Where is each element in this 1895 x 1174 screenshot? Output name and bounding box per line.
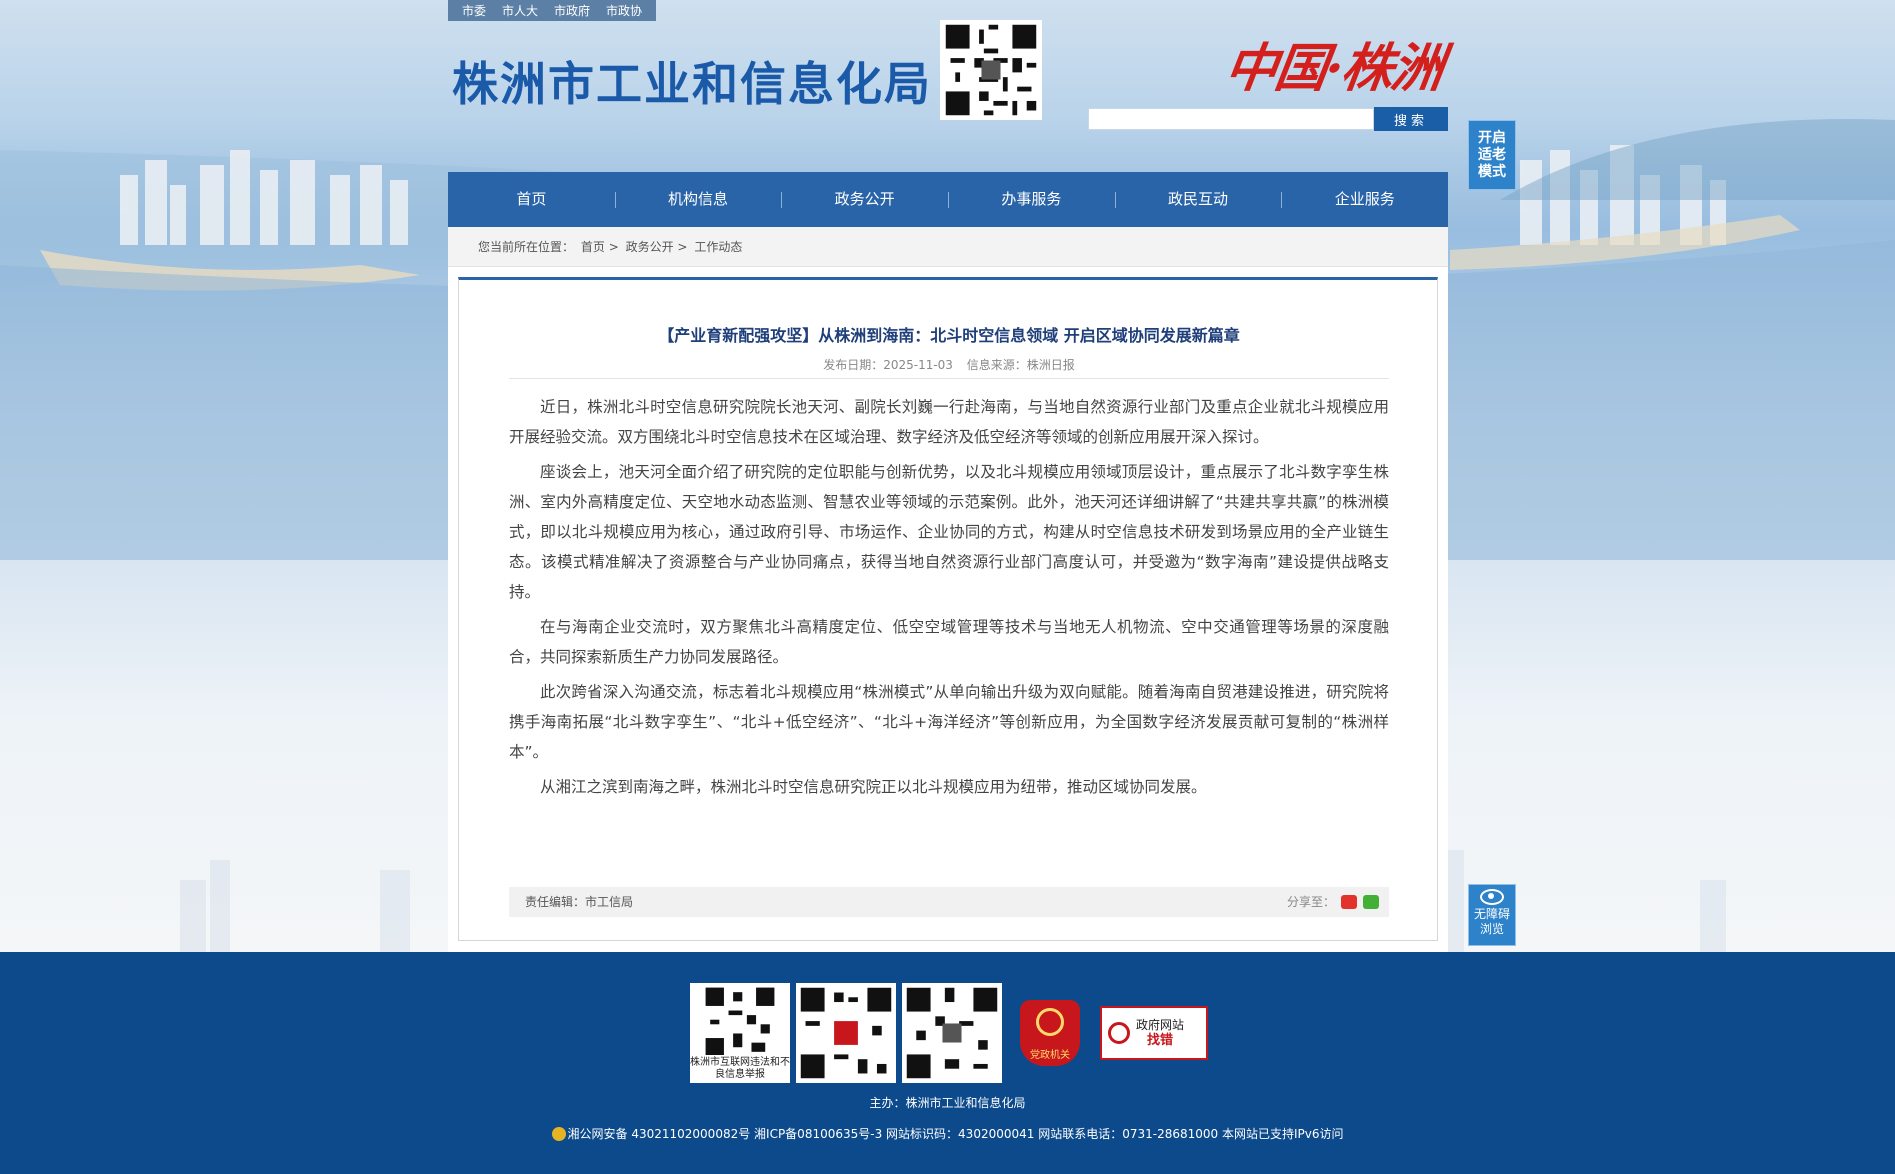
content-panel: 【产业育新配强攻坚】从株洲到海南：北斗时空信息领域 开启区域协同发展新篇章 发布… [448,267,1448,952]
breadcrumb-gov-affairs[interactable]: 政务公开 [626,240,674,254]
error-report-top: 政府网站 [1136,1018,1185,1032]
wechat-share-icon[interactable] [1363,895,1379,909]
breadcrumb-separator: > [608,240,619,254]
article-title: 【产业育新配强攻坚】从株洲到海南：北斗时空信息领域 开启区域协同发展新篇章 [658,326,1240,345]
search-button[interactable]: 搜索 [1374,107,1448,131]
footer: 株洲市互联网违法和不良信息举报 党政机关 政府网站 找错 主办：株洲市工业和信息… [0,952,1895,1174]
china-zhuzhou-calligraphy-logo: 中国·株洲 [1221,38,1446,99]
article-body: 近日，株洲北斗时空信息研究院院长池天河、副院长刘巍一行赴海南，与当地自然资源行业… [509,392,1389,807]
site-title: 株洲市工业和信息化局 [452,57,932,111]
article-meta: 发布日期：2025-11-03 信息来源：株洲日报 [459,356,1439,373]
article-paragraph: 从湘江之滨到南海之畔，株洲北斗时空信息研究院正以北斗规模应用为纽带，推动区域协同… [540,778,1207,796]
elder-mode-button[interactable]: 开启适老模式 [1468,120,1516,190]
nav-item-home[interactable]: 首页 [448,172,615,227]
breadcrumb-prefix: 您当前所在位置： [478,240,575,254]
top-link-cppcc[interactable]: 市政协 [600,2,648,19]
top-link-npc[interactable]: 市人大 [496,2,544,19]
article-paragraph: 近日，株洲北斗时空信息研究院院长池天河、副院长刘巍一行赴海南，与当地自然资源行业… [509,398,1389,446]
eye-icon [1480,889,1504,905]
weibo-share-icon[interactable] [1341,895,1357,909]
nav-item-interaction[interactable]: 政民互动 [1114,172,1282,227]
party-badge-label: 党政机关 [1030,1050,1070,1061]
article-container: 【产业育新配强攻坚】从株洲到海南：北斗时空信息领域 开启区域协同发展新篇章 发布… [458,277,1438,941]
footer-badges: 株洲市互联网违法和不良信息举报 党政机关 政府网站 找错 [690,982,1208,1084]
article-paragraph: 在与海南企业交流时，双方聚焦北斗高精度定位、低空空域管理等技术与当地无人机物流、… [509,618,1389,666]
footer-icp-text: 湘公网安备 43021102000082号 湘ICP备08100635号-3 网… [567,1127,1344,1141]
nav-item-services[interactable]: 办事服务 [948,172,1115,227]
accessibility-label: 无障碍浏览 [1473,907,1510,936]
nav-item-gov-affairs[interactable]: 政务公开 [781,172,948,227]
wechat-official-qr-icon[interactable] [796,983,896,1083]
wechat-qr-code-icon [940,20,1042,120]
error-report-text: 政府网站 找错 [1136,1017,1184,1049]
editor-bar: 责任编辑：市工信局 分享至： [509,887,1389,917]
footer-host: 主办：株洲市工业和信息化局 [869,1096,1026,1110]
top-link-party-committee[interactable]: 市委 [456,2,492,19]
main-nav: 首页 机构信息 政务公开 办事服务 政民互动 企业服务 [448,172,1448,227]
breadcrumb-home[interactable]: 首页 [581,240,605,254]
search-input[interactable] [1088,108,1374,130]
top-links-bar: 市委 市人大 市政府 市政协 [448,0,657,21]
website-error-report-button[interactable]: 政府网站 找错 [1100,1006,1208,1060]
party-emblem-icon [1036,1008,1064,1036]
article-paragraph: 座谈会上，池天河全面介绍了研究院的定位职能与创新优势，以及北斗规模应用领域顶层设… [509,463,1389,601]
magnifier-icon [1108,1022,1130,1044]
divider [509,378,1389,379]
footer-icp-line: 湘公网安备 43021102000082号 湘ICP备08100635号-3 网… [0,1125,1895,1142]
error-report-bottom: 找错 [1147,1033,1174,1048]
qr-code-icon [691,983,789,1061]
report-qr-code[interactable]: 株洲市互联网违法和不良信息举报 [690,983,790,1083]
top-link-government[interactable]: 市政府 [548,2,596,19]
article-paragraph: 此次跨省深入沟通交流，标志着北斗规模应用“株洲模式”从单向输出升级为双向赋能。随… [509,683,1389,761]
report-qr-label: 株洲市互联网违法和不良信息举报 [690,1055,790,1083]
info-source: 信息来源：株洲日报 [966,358,1075,372]
nav-item-organization[interactable]: 机构信息 [614,172,782,227]
party-government-badge[interactable]: 党政机关 [1020,1000,1080,1066]
elder-mode-label: 开启适老模式 [1478,130,1506,180]
police-badge-icon [551,1127,566,1141]
publish-date: 发布日期：2025-11-03 [823,358,953,372]
share-label: 分享至： [1286,895,1335,909]
responsible-editor: 责任编辑：市工信局 [525,895,634,909]
breadcrumb: 您当前所在位置： 首页 > 政务公开 > 工作动态 [448,227,1448,267]
share-group: 分享至： [1287,887,1379,917]
accessibility-button[interactable]: 无障碍浏览 [1468,884,1516,946]
breadcrumb-work-news[interactable]: 工作动态 [694,240,742,254]
breadcrumb-separator: > [677,240,688,254]
nav-item-enterprise[interactable]: 企业服务 [1281,172,1448,227]
app-qr-code-icon[interactable] [902,983,1002,1083]
